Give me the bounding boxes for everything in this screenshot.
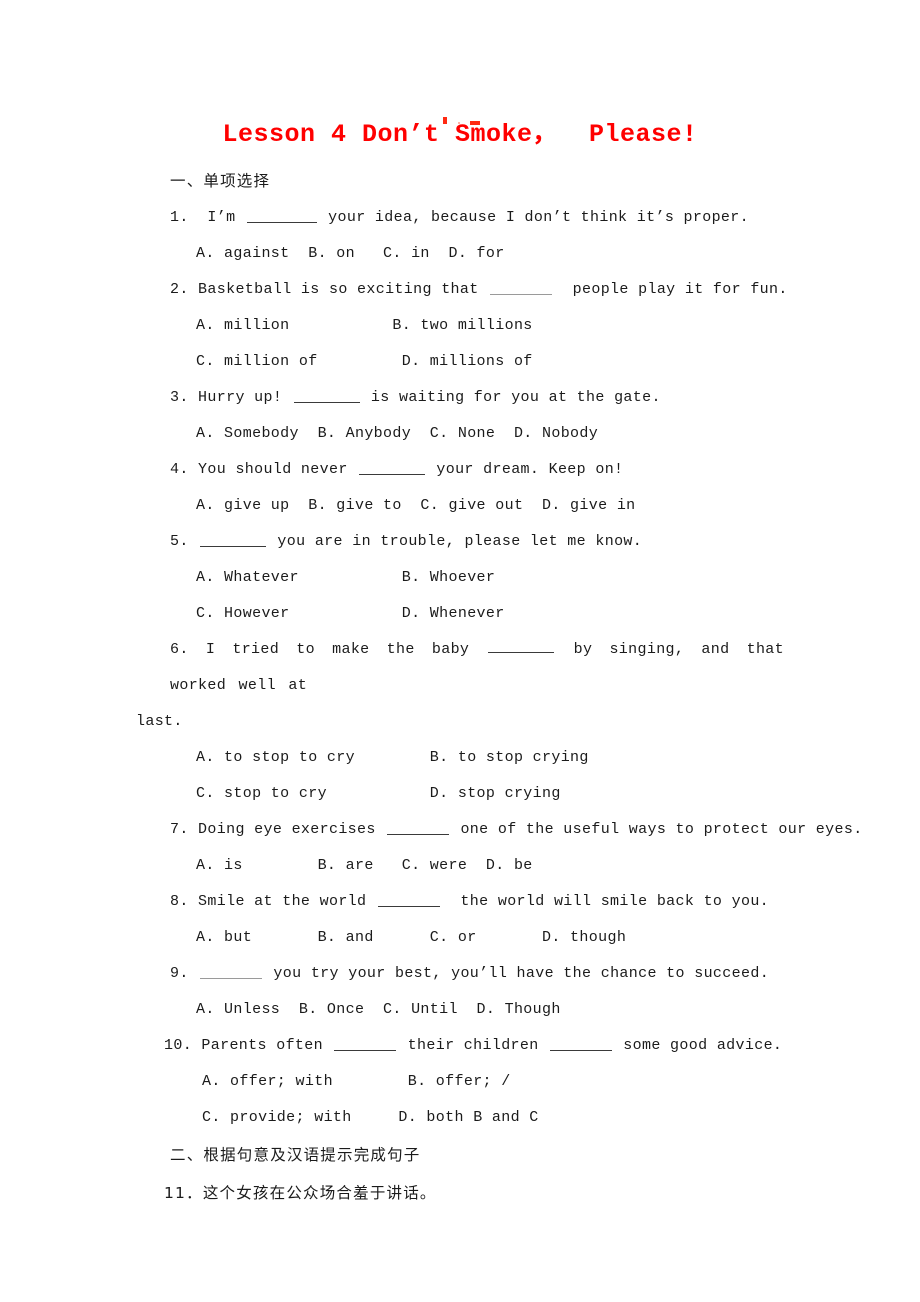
question-options-8[interactable]: A. but B. and C. or D. though <box>136 920 784 956</box>
question-stem-5-after: you are in trouble, please let me know. <box>268 533 643 550</box>
question-stem-7: 7. Doing eye exercises one of the useful… <box>136 812 862 848</box>
question-stem-2-before: 2. Basketball is so exciting that <box>170 281 488 298</box>
question-options-2-line-2[interactable]: C. million of D. millions of <box>136 344 784 380</box>
answer-blank[interactable] <box>200 533 267 547</box>
answer-blank[interactable] <box>489 281 552 295</box>
question-stem-1-after: your idea, because I don’t think it’s pr… <box>318 209 749 226</box>
question-options-10-line-1[interactable]: A. offer; with B. offer; / <box>136 1064 784 1100</box>
question-stem-6-continuation: last. <box>136 713 183 730</box>
question-options-3[interactable]: A. Somebody B. Anybody C. None D. Nobody <box>136 416 784 452</box>
document-page: Lesson 4 Don’t Smoke， Please! 一、单项选择 1. … <box>0 0 920 1302</box>
question-stem-2-after: people play it for fun. <box>553 281 788 298</box>
question-options-1[interactable]: A. against B. on C. in D. for <box>136 236 784 272</box>
question-stem-11: 11．这个女孩在公众场合羞于讲话。 <box>164 1184 437 1202</box>
question-stem-10-after: some good advice. <box>613 1037 783 1054</box>
question-stem-8-after: the world will smile back to you. <box>441 893 770 910</box>
question-stem-10-middle: their children <box>398 1037 548 1054</box>
answer-blank[interactable] <box>334 1037 397 1051</box>
title-artifact-mark-2 <box>470 121 480 125</box>
question-stem-9: 9. you try your best, you’ll have the ch… <box>136 956 784 992</box>
question-options-6-line-2[interactable]: C. stop to cry D. stop crying <box>136 776 784 812</box>
question-stem-8-before: 8. Smile at the world <box>170 893 376 910</box>
question-stem-4-after: your dream. Keep on! <box>427 461 624 478</box>
question-stem-5: 5. you are in trouble, please let me kno… <box>136 524 784 560</box>
question-stem-10-before: 10. Parents often <box>164 1037 333 1054</box>
answer-blank[interactable] <box>387 821 450 835</box>
question-stem-8: 8. Smile at the world the world will smi… <box>136 884 784 920</box>
question-stem-6: 6. I tried to make the baby by singing, … <box>136 632 784 704</box>
question-stem-3: 3. Hurry up! is waiting for you at the g… <box>136 380 784 416</box>
question-stem-1: 1. I’m your idea, because I don’t think … <box>136 200 784 236</box>
document-body: 一、单项选择 1. I’m your idea, because I don’t… <box>136 162 862 1212</box>
title-artifact-mark <box>443 117 447 124</box>
question-options-10-line-2[interactable]: C. provide; with D. both B and C <box>136 1100 784 1136</box>
question-stem-9-before: 9. <box>170 965 199 982</box>
question-options-5-line-1[interactable]: A. Whatever B. Whoever <box>136 560 784 596</box>
answer-blank[interactable] <box>488 639 555 653</box>
question-stem-10: 10. Parents often their children some go… <box>136 1028 784 1064</box>
question-options-5-line-2[interactable]: C. However D. Whenever <box>136 596 784 632</box>
question-options-7[interactable]: A. is B. are C. were D. be <box>136 848 784 884</box>
question-stem-1-before: 1. I’m <box>170 209 245 226</box>
answer-blank[interactable] <box>359 461 426 475</box>
question-stem-7-after: one of the useful ways to protect our ey… <box>451 821 863 838</box>
answer-blank[interactable] <box>293 389 360 403</box>
answer-blank[interactable] <box>246 209 317 223</box>
answer-blank-2[interactable] <box>549 1037 612 1051</box>
section-heading-one: 一、单项选择 <box>170 172 271 190</box>
question-options-2-line-1[interactable]: A. million B. two millions <box>136 308 784 344</box>
question-stem-7-before: 7. Doing eye exercises <box>170 821 386 838</box>
question-stem-3-after: is waiting for you at the gate. <box>361 389 661 406</box>
question-stem-4: 4. You should never your dream. Keep on! <box>136 452 784 488</box>
question-stem-2: 2. Basketball is so exciting that people… <box>136 272 787 308</box>
question-stem-6-before: 6. I tried to make the baby <box>170 641 487 658</box>
answer-blank[interactable] <box>377 893 440 907</box>
title-artifact-mark-3 <box>458 122 460 124</box>
answer-blank[interactable] <box>200 965 263 979</box>
question-stem-4-before: 4. You should never <box>170 461 358 478</box>
question-stem-5-before: 5. <box>170 533 199 550</box>
section-heading-two: 二、根据句意及汉语提示完成句子 <box>170 1146 421 1164</box>
question-options-9[interactable]: A. Unless B. Once C. Until D. Though <box>136 992 784 1028</box>
title-block: Lesson 4 Don’t Smoke， Please! <box>0 118 920 152</box>
question-stem-9-after: you try your best, you’ll have the chanc… <box>264 965 770 982</box>
question-stem-3-before: 3. Hurry up! <box>170 389 292 406</box>
question-options-4[interactable]: A. give up B. give to C. give out D. giv… <box>136 488 784 524</box>
question-options-6-line-1[interactable]: A. to stop to cry B. to stop crying <box>136 740 784 776</box>
